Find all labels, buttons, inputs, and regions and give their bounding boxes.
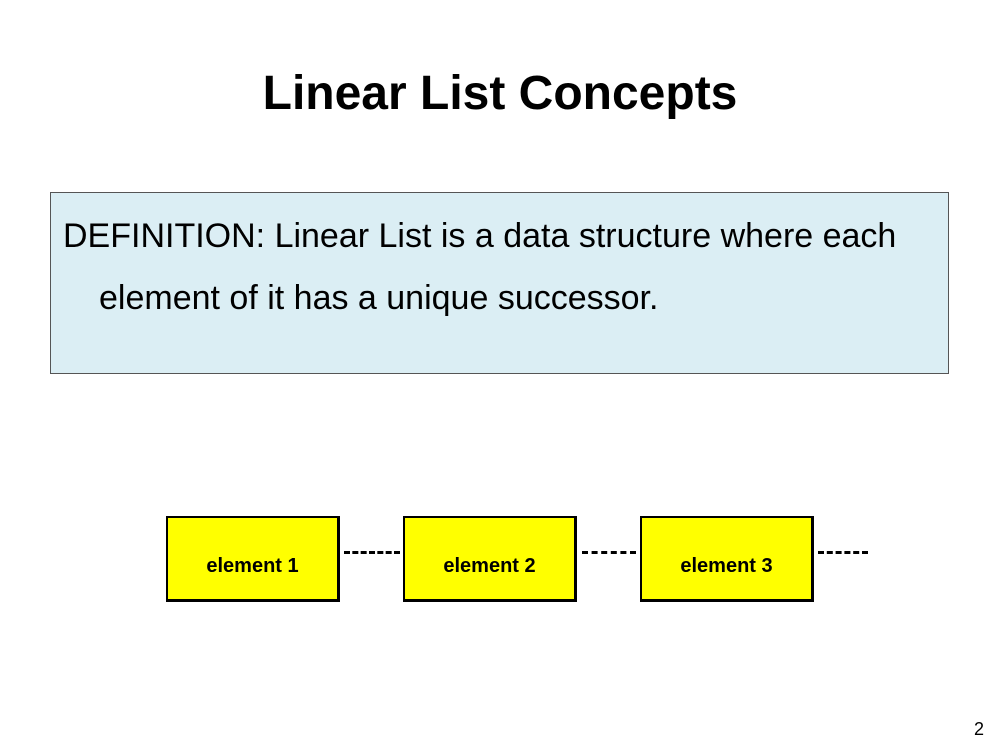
definition-term: DEFINITION [63,217,256,255]
slide-title: Linear List Concepts [262,67,738,120]
list-element-1: element 1 [166,516,340,602]
list-element-label: element 2 [443,555,536,577]
dashed-connector [818,551,868,554]
list-element-label: element 3 [680,555,773,577]
definition-text: DEFINITION: Linear List is a data struct… [63,205,979,329]
dashed-connector [582,551,636,554]
list-element-3: element 3 [640,516,814,602]
list-element-2: element 2 [403,516,577,602]
dashed-connector [344,551,400,554]
page-number: 2 [973,719,984,739]
definition-box: DEFINITION: Linear List is a data struct… [50,192,949,374]
list-element-label: element 1 [206,555,299,577]
